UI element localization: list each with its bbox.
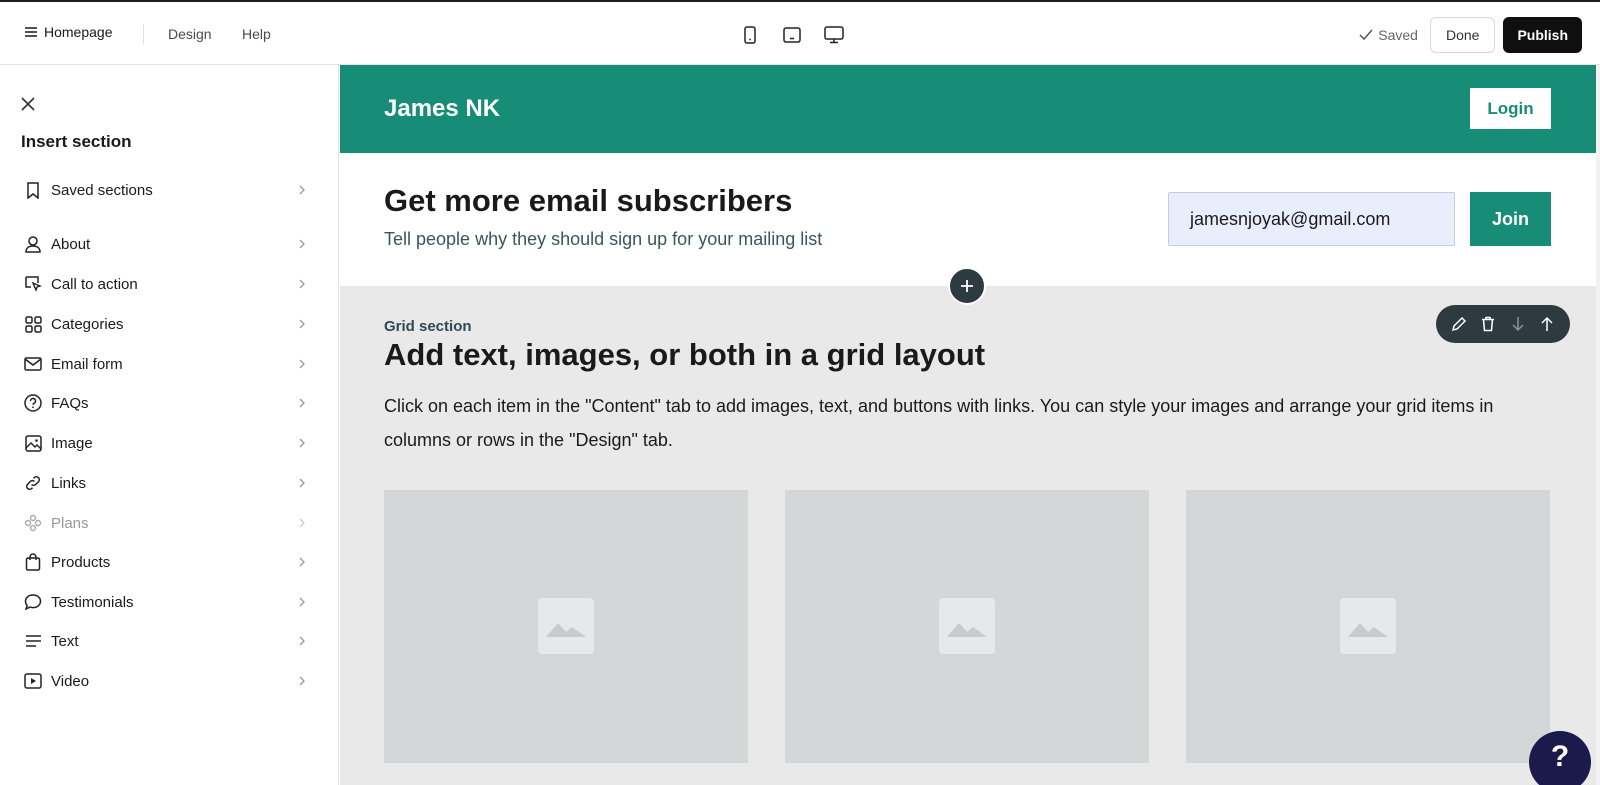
- email-heading: Get more email subscribers: [384, 183, 793, 218]
- panel-title: Insert section: [21, 132, 132, 151]
- image-icon: [24, 434, 42, 452]
- save-status: Saved: [1359, 27, 1418, 43]
- trash-icon[interactable]: [1479, 315, 1497, 333]
- chevron-right-icon: [299, 518, 305, 528]
- sidebar-item-label: Products: [51, 553, 111, 571]
- editor-top-bar: Homepage Design Help Saved Done Publish: [0, 0, 1600, 65]
- done-button[interactable]: Done: [1429, 17, 1496, 53]
- tablet-icon[interactable]: [782, 26, 802, 44]
- site-header[interactable]: James NK Login: [340, 65, 1596, 153]
- chevron-right-icon: [299, 185, 305, 195]
- envelope-icon: [24, 355, 42, 373]
- question-icon: [24, 394, 42, 412]
- saved-label: Saved: [1378, 27, 1418, 43]
- email-subtext: Tell people why they should sign up for …: [384, 229, 823, 249]
- sidebar-item-saved-sections[interactable]: Saved sections: [0, 172, 339, 208]
- join-button[interactable]: Join: [1470, 192, 1551, 246]
- sidebar-item-image[interactable]: Image: [0, 425, 339, 461]
- pencil-icon[interactable]: [1450, 315, 1468, 333]
- sidebar-item-label: FAQs: [51, 394, 89, 412]
- arrow-up-icon[interactable]: [1538, 315, 1556, 333]
- sidebar-item-label: Video: [51, 672, 90, 690]
- image-placeholder-icon: [939, 598, 995, 654]
- desktop-icon[interactable]: [824, 26, 844, 44]
- chevron-right-icon: [299, 359, 305, 369]
- bookmark-icon: [24, 181, 42, 199]
- sidebar-item-call-to-action[interactable]: Call to action: [0, 266, 339, 302]
- grid-section-label: Grid section: [384, 318, 472, 335]
- grid-item-3[interactable]: [1186, 490, 1550, 763]
- grid-heading: Add text, images, or both in a grid layo…: [384, 337, 986, 372]
- device-switcher: [740, 26, 844, 44]
- grid-item-2[interactable]: [785, 490, 1149, 763]
- site-preview-canvas: James NK Login Get more email subscriber…: [340, 65, 1596, 785]
- sidebar-item-faqs[interactable]: FAQs: [0, 385, 339, 421]
- chevron-right-icon: [299, 279, 305, 289]
- sidebar-item-video[interactable]: Video: [0, 663, 339, 699]
- image-placeholder-icon: [1340, 598, 1396, 654]
- sidebar-item-about[interactable]: About: [0, 226, 339, 262]
- publish-button[interactable]: Publish: [1503, 17, 1582, 53]
- nav-help[interactable]: Help: [242, 26, 271, 42]
- arrow-down-icon[interactable]: [1509, 315, 1527, 333]
- text-lines-icon: [24, 632, 42, 650]
- add-section-button[interactable]: [948, 267, 986, 305]
- sidebar-item-testimonials[interactable]: Testimonials: [0, 584, 339, 620]
- chevron-right-icon: [299, 398, 305, 408]
- sidebar-item-text[interactable]: Text: [0, 623, 339, 659]
- help-button[interactable]: ?: [1529, 731, 1591, 785]
- sidebar-item-label: Links: [51, 474, 87, 492]
- plus-icon: [961, 280, 973, 292]
- sidebar-item-label: Text: [51, 632, 79, 650]
- link-icon: [24, 474, 42, 492]
- sidebar-item-label: Call to action: [51, 275, 138, 293]
- chevron-right-icon: [299, 438, 305, 448]
- close-icon[interactable]: [20, 96, 36, 112]
- plans-icon: [24, 514, 42, 532]
- grid-body-text: Click on each item in the "Content" tab …: [384, 396, 1494, 450]
- grid-item-1[interactable]: [384, 490, 748, 763]
- sidebar-item-email-form[interactable]: Email form: [0, 346, 339, 382]
- menu-icon: [25, 27, 37, 37]
- divider: [143, 24, 144, 44]
- cursor-click-icon: [24, 275, 42, 293]
- person-icon: [24, 235, 42, 253]
- site-name: James NK: [384, 95, 501, 122]
- chevron-right-icon: [299, 478, 305, 488]
- sidebar-item-links[interactable]: Links: [0, 465, 339, 501]
- speech-bubble-icon: [24, 593, 42, 611]
- sidebar-item-label: Email form: [51, 355, 123, 373]
- page-selector[interactable]: Homepage: [24, 24, 113, 40]
- shopping-bag-icon: [24, 553, 42, 571]
- chevron-right-icon: [299, 636, 305, 646]
- top-bar-actions: Saved Done Publish: [1359, 17, 1582, 53]
- video-play-icon: [24, 672, 42, 690]
- grid-icon: [24, 315, 42, 333]
- sidebar-item-plans: Plans: [0, 505, 339, 541]
- sidebar-item-categories[interactable]: Categories: [0, 306, 339, 342]
- sidebar-item-label: Image: [51, 434, 93, 452]
- nav-design[interactable]: Design: [168, 26, 212, 42]
- chevron-right-icon: [299, 239, 305, 249]
- sidebar-item-label: About: [51, 235, 91, 253]
- insert-section-panel: Insert section Saved sections About Call…: [0, 65, 339, 785]
- canvas-scrollbar[interactable]: [1596, 65, 1600, 785]
- chevron-right-icon: [299, 597, 305, 607]
- sidebar-item-label: Categories: [51, 315, 124, 333]
- login-button[interactable]: Login: [1470, 88, 1551, 129]
- page-name: Homepage: [44, 24, 113, 40]
- email-field[interactable]: jamesnjoyak@gmail.com: [1168, 192, 1455, 246]
- chevron-right-icon: [299, 676, 305, 686]
- checkmark-icon: [1359, 29, 1373, 41]
- chevron-right-icon: [299, 319, 305, 329]
- chevron-right-icon: [299, 557, 305, 567]
- sidebar-item-products[interactable]: Products: [0, 544, 339, 580]
- sidebar-item-label: Testimonials: [51, 593, 134, 611]
- section-toolbar: [1436, 305, 1570, 343]
- image-placeholder-icon: [538, 598, 594, 654]
- mobile-icon[interactable]: [740, 26, 760, 44]
- sidebar-item-label: Plans: [51, 514, 89, 532]
- sidebar-item-label: Saved sections: [51, 181, 153, 199]
